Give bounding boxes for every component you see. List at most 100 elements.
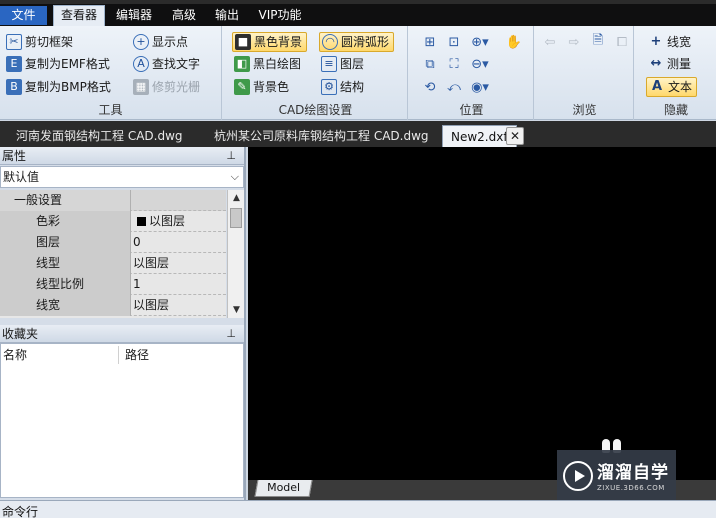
zoom-out-icon[interactable]: ⊖▾ [470,54,490,74]
drawing-canvas[interactable] [248,147,716,480]
cut-frame-icon: ✂ [6,34,22,50]
chevron-down-icon: ⌵ [230,170,239,183]
command-line-label: 命令行 [2,505,39,518]
table-row[interactable]: 线型 以图层 [0,253,226,274]
favorites-col-name[interactable]: 名称 [3,346,27,364]
table-row[interactable]: 图层 0 [0,232,226,253]
structure-label: 结构 [340,80,365,94]
pin-icon[interactable]: ⊥ [226,147,236,165]
text-button[interactable]: A 文本 [646,77,698,97]
prop-name: 线宽 [0,295,131,316]
scroll-up-icon[interactable]: ▲ [228,191,245,205]
find-text-icon: A [133,56,149,72]
table-row[interactable]: 色彩 以图层 [0,211,226,232]
group-hide-label: 隐藏 [663,103,688,117]
rotate-view-icon[interactable]: ⟲ [420,77,440,97]
structure-button[interactable]: ⚙ 结构 [319,77,364,97]
pan-origin-icon[interactable]: ⊞ [420,32,440,52]
group-position-label: 位置 [459,103,484,117]
group-cad-settings: ■ 黑色背景 ◧ 黑白绘图 ✎ 背景色 ◠ 圆滑弧形 ≡ 图层 ⚙ 结构 CAD… [224,26,408,120]
menu-tab-output[interactable]: 输出 [208,6,246,25]
favorites-title: 收藏夹 [2,327,39,341]
section-general-label: 一般设置 [0,190,131,211]
line-width-icon: + [650,34,662,49]
play-logo-icon [563,461,593,491]
properties-header: 属性 ⊥ [0,147,244,165]
zoom-window-icon[interactable]: ⊡ [444,32,464,52]
menu-tab-viewer[interactable]: 查看器 [53,5,105,26]
prop-value: 以图层 [149,214,186,228]
table-row[interactable]: 线型比例 1 [0,274,226,295]
menu-tab-vip[interactable]: VIP功能 [252,6,308,25]
group-hide: + 线宽 ↔ 测量 A 文本 隐藏 [636,26,716,120]
properties-title: 属性 [2,149,27,163]
smooth-arc-button[interactable]: ◠ 圆滑弧形 [319,32,395,52]
doc-tab-hangzhou[interactable]: 杭州某公司原料库钢结构工程 CAD.dwg [214,125,429,147]
smooth-arc-label: 圆滑弧形 [341,35,390,49]
text-label: 文本 [668,80,693,94]
bw-drawing-button[interactable]: ◧ 黑白绘图 [232,54,301,74]
model-tab[interactable]: Model [254,480,313,497]
layers-button[interactable]: ≡ 图层 [319,54,364,74]
trim-raster-icon: ▦ [133,79,149,95]
copy-bmp-button[interactable]: B 复制为BMP格式 [4,77,111,97]
group-browse: ⇦ ⇨ 🗎 ⧠ 浏览 [536,26,634,120]
copy-emf-button[interactable]: E 复制为EMF格式 [4,54,110,74]
forward-arrow-icon[interactable]: ⇨ [564,32,584,52]
bw-drawing-label: 黑白绘图 [253,57,302,71]
scroll-down-icon[interactable]: ▼ [228,303,245,317]
menu-tab-advanced[interactable]: 高级 [166,6,202,25]
fit-view-icon[interactable]: ⧉ [420,54,440,74]
menu-file[interactable]: 文件 [0,6,47,25]
doc-tab-henan[interactable]: 河南发面钢结构工程 CAD.dwg [16,125,183,147]
black-background-button[interactable]: ■ 黑色背景 [232,32,308,52]
watermark-subtitle: ZIXUE.3D66.COM [597,484,665,492]
find-text-label: 查找文字 [152,57,201,71]
favorites-list[interactable]: 名称 路径 [0,343,244,498]
measure-button[interactable]: ↔ 测量 [646,54,691,74]
line-width-button[interactable]: + 线宽 [646,32,691,52]
find-text-button[interactable]: A 查找文字 [131,54,200,74]
document-tab-bar: 河南发面钢结构工程 CAD.dwg 杭州某公司原料库钢结构工程 CAD.dwg … [0,121,716,147]
model-tab-label: Model [267,481,301,494]
column-divider [118,346,119,364]
menu-bar: 文件 查看器 编辑器 高级 输出 VIP功能 [0,0,716,26]
prop-value: 以图层 [133,298,170,312]
menu-tab-editor[interactable]: 编辑器 [110,6,158,25]
scroll-thumb[interactable] [230,208,242,228]
property-scrollbar[interactable]: ▲ ▼ [227,190,244,318]
zoom-in-icon[interactable]: ⊕▾ [470,32,490,52]
zoom-previous-icon[interactable]: ⤺ [444,77,464,97]
orbit-icon[interactable]: ◉▾ [470,77,490,97]
black-background-label: 黑色背景 [254,35,303,49]
background-color-button[interactable]: ✎ 背景色 [232,77,289,97]
cut-frame-button[interactable]: ✂ 剪切框架 [4,32,73,52]
back-arrow-icon[interactable]: ⇦ [540,32,560,52]
text-icon: A [651,79,663,94]
favorites-col-path[interactable]: 路径 [125,346,149,364]
hand-pan-icon[interactable]: ✋ [504,32,524,52]
trim-raster-button[interactable]: ▦ 修剪光栅 [131,77,200,97]
properties-combo-value: 默认值 [3,170,40,184]
zoom-extents-icon[interactable]: ⛶ [444,54,464,74]
open-file-icon[interactable]: 🗎 [588,32,608,52]
group-tools: ✂ 剪切框架 E 复制为EMF格式 B 复制为BMP格式 + 显示点 A 查找文… [0,26,222,120]
close-file-icon[interactable]: ⧠ [612,32,632,52]
cut-frame-label: 剪切框架 [25,35,74,49]
show-points-button[interactable]: + 显示点 [131,32,188,52]
group-cad-settings-label: CAD绘图设置 [278,103,353,117]
properties-combo[interactable]: 默认值 ⌵ [0,166,244,188]
line-width-label: 线宽 [667,35,692,49]
close-icon[interactable]: ✕ [506,127,524,145]
prop-value-color: 以图层 [133,211,185,232]
section-general[interactable]: − 一般设置 [0,190,226,211]
color-swatch-icon [137,217,146,226]
command-line[interactable]: 命令行 [0,500,716,518]
pin-icon[interactable]: ⊥ [226,325,236,343]
group-tools-label: 工具 [98,103,123,117]
prop-value: 1 [133,277,141,291]
background-color-icon: ✎ [234,79,250,95]
table-row[interactable]: 线宽 以图层 [0,295,226,316]
prop-value: 0 [133,235,141,249]
ribbon: ✂ 剪切框架 E 复制为EMF格式 B 复制为BMP格式 + 显示点 A 查找文… [0,26,716,120]
